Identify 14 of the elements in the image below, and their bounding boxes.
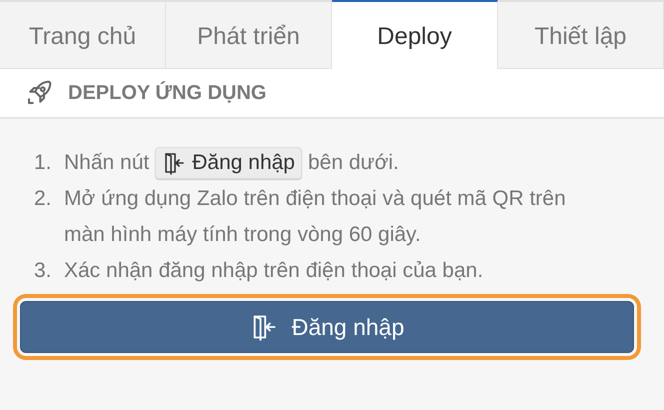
tab[interactable]: Thiết lập xyxy=(498,0,664,68)
inline-login-button[interactable]: Đăng nhập xyxy=(155,147,302,179)
step-text: Mở ứng dụng Zalo trên điện thoại và quét mã QR trên màn hình máy tính trong vòng 60 giây. xyxy=(64,186,567,248)
tab[interactable]: Phát triển xyxy=(166,0,332,68)
step-number: 1. xyxy=(34,150,53,176)
tab[interactable]: Deploy xyxy=(332,0,498,69)
door-arrow-icon xyxy=(162,151,186,175)
section-title: DEPLOY ỨNG DỤNG xyxy=(68,82,266,104)
step-text: Nhấn nút xyxy=(64,150,150,176)
step-text: bên dưới. xyxy=(308,150,399,176)
step-text: Xác nhận đăng nhập trên điện thoại của bạn. xyxy=(64,258,484,284)
step-number: 3. xyxy=(34,258,53,284)
tab[interactable]: Trang chủ xyxy=(0,0,166,68)
step-number: 2. xyxy=(34,186,53,212)
